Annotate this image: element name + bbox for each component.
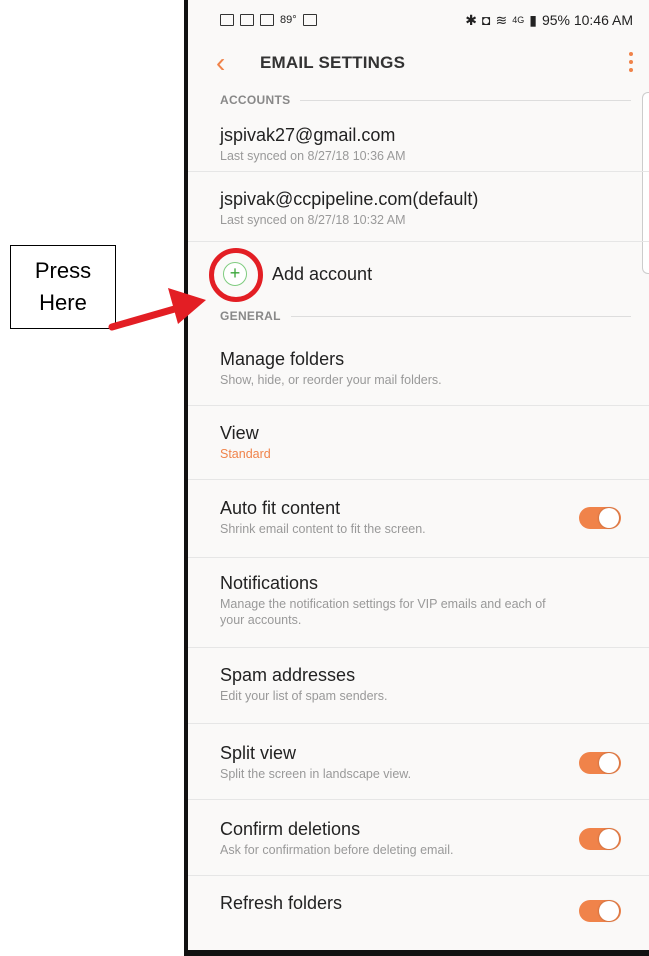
setting-title: Auto fit content bbox=[220, 498, 341, 518]
temperature-label: 89° bbox=[280, 14, 297, 26]
mail-icon bbox=[240, 14, 254, 26]
setting-title: Confirm deletions bbox=[220, 819, 361, 839]
more-options-icon[interactable] bbox=[629, 52, 633, 72]
setting-auto-fit[interactable]: Auto fit content Shrink email content to… bbox=[188, 480, 649, 558]
setting-confirm-deletions[interactable]: Confirm deletions Ask for confirmation b… bbox=[188, 800, 649, 876]
page-title: EMAIL SETTINGS bbox=[260, 53, 406, 72]
setting-title: View bbox=[220, 423, 259, 443]
photo-icon bbox=[302, 14, 317, 26]
setting-description: Ask for confirmation before deleting ema… bbox=[220, 843, 454, 857]
section-header-accounts: ACCOUNTS bbox=[188, 86, 649, 114]
mail-icon-2 bbox=[260, 14, 274, 26]
setting-description: Shrink email content to fit the screen. bbox=[220, 522, 426, 536]
signal-icon: ▮ bbox=[529, 11, 537, 28]
callout-line-1: Press bbox=[34, 258, 92, 283]
add-icon-wrapper: + bbox=[209, 248, 263, 302]
refresh-folders-toggle[interactable] bbox=[579, 900, 621, 922]
account-sync-status: Last synced on 8/27/18 10:36 AM bbox=[220, 149, 406, 163]
setting-manage-folders[interactable]: Manage folders Show, hide, or reorder yo… bbox=[188, 326, 649, 406]
status-bar: 89° ✱ ◘ ≋ 4G ▮ 95% 10:46 AM bbox=[188, 0, 649, 40]
account-item-gmail[interactable]: jspivak27@gmail.com Last synced on 8/27/… bbox=[188, 114, 649, 172]
wifi-icon: ≋ bbox=[495, 11, 508, 28]
divider bbox=[290, 315, 631, 317]
setting-title: Manage folders bbox=[220, 349, 345, 369]
phone-screen: 89° ✱ ◘ ≋ 4G ▮ 95% 10:46 AM ‹ EMAIL SETT… bbox=[184, 0, 649, 956]
setting-title: Spam addresses bbox=[220, 665, 356, 685]
setting-title: Notifications bbox=[220, 573, 319, 593]
split-view-toggle[interactable] bbox=[579, 752, 621, 774]
vibrate-icon: ◘ bbox=[482, 12, 491, 28]
setting-description: Split the screen in landscape view. bbox=[220, 767, 412, 781]
callout-line-2: Here bbox=[39, 290, 87, 315]
setting-description: Show, hide, or reorder your mail folders… bbox=[220, 373, 442, 387]
notification-icon bbox=[220, 14, 234, 26]
setting-view[interactable]: View Standard bbox=[188, 406, 649, 480]
setting-refresh-folders[interactable]: Refresh folders bbox=[188, 876, 649, 922]
divider bbox=[300, 99, 631, 101]
app-bar: ‹ EMAIL SETTINGS bbox=[188, 40, 649, 86]
setting-description: Manage the notification settings for VIP… bbox=[220, 597, 546, 627]
status-left-icons: 89° bbox=[220, 14, 317, 26]
setting-description: Edit your list of spam senders. bbox=[220, 689, 388, 703]
confirm-deletions-toggle[interactable] bbox=[579, 828, 621, 850]
setting-value: Standard bbox=[220, 447, 271, 461]
account-sync-status: Last synced on 8/27/18 10:32 AM bbox=[220, 213, 406, 227]
plus-icon[interactable]: + bbox=[223, 262, 247, 286]
setting-notifications[interactable]: Notifications Manage the notification se… bbox=[188, 558, 649, 648]
add-account-label: Add account bbox=[272, 263, 373, 284]
account-email: jspivak@ccpipeline.com(default) bbox=[220, 189, 479, 209]
account-email: jspivak27@gmail.com bbox=[220, 125, 396, 145]
section-title-general: GENERAL bbox=[220, 309, 281, 323]
auto-fit-toggle[interactable] bbox=[579, 507, 621, 529]
setting-spam-addresses[interactable]: Spam addresses Edit your list of spam se… bbox=[188, 648, 649, 724]
add-account-button[interactable]: + Add account bbox=[188, 242, 649, 306]
status-right-icons: ✱ ◘ ≋ 4G ▮ 95% 10:46 AM bbox=[465, 12, 633, 29]
back-arrow-icon[interactable]: ‹ bbox=[216, 49, 248, 77]
bluetooth-icon: ✱ bbox=[465, 11, 477, 28]
setting-title: Refresh folders bbox=[220, 893, 343, 913]
section-header-general: GENERAL bbox=[188, 306, 649, 326]
annotation-callout: Press Here bbox=[10, 245, 116, 329]
battery-time-label: 95% 10:46 AM bbox=[541, 12, 633, 28]
network-label: 4G bbox=[512, 15, 525, 25]
setting-split-view[interactable]: Split view Split the screen in landscape… bbox=[188, 724, 649, 800]
setting-title: Split view bbox=[220, 743, 297, 763]
account-item-ccpipeline[interactable]: jspivak@ccpipeline.com(default) Last syn… bbox=[188, 172, 649, 242]
section-title-accounts: ACCOUNTS bbox=[220, 93, 291, 107]
